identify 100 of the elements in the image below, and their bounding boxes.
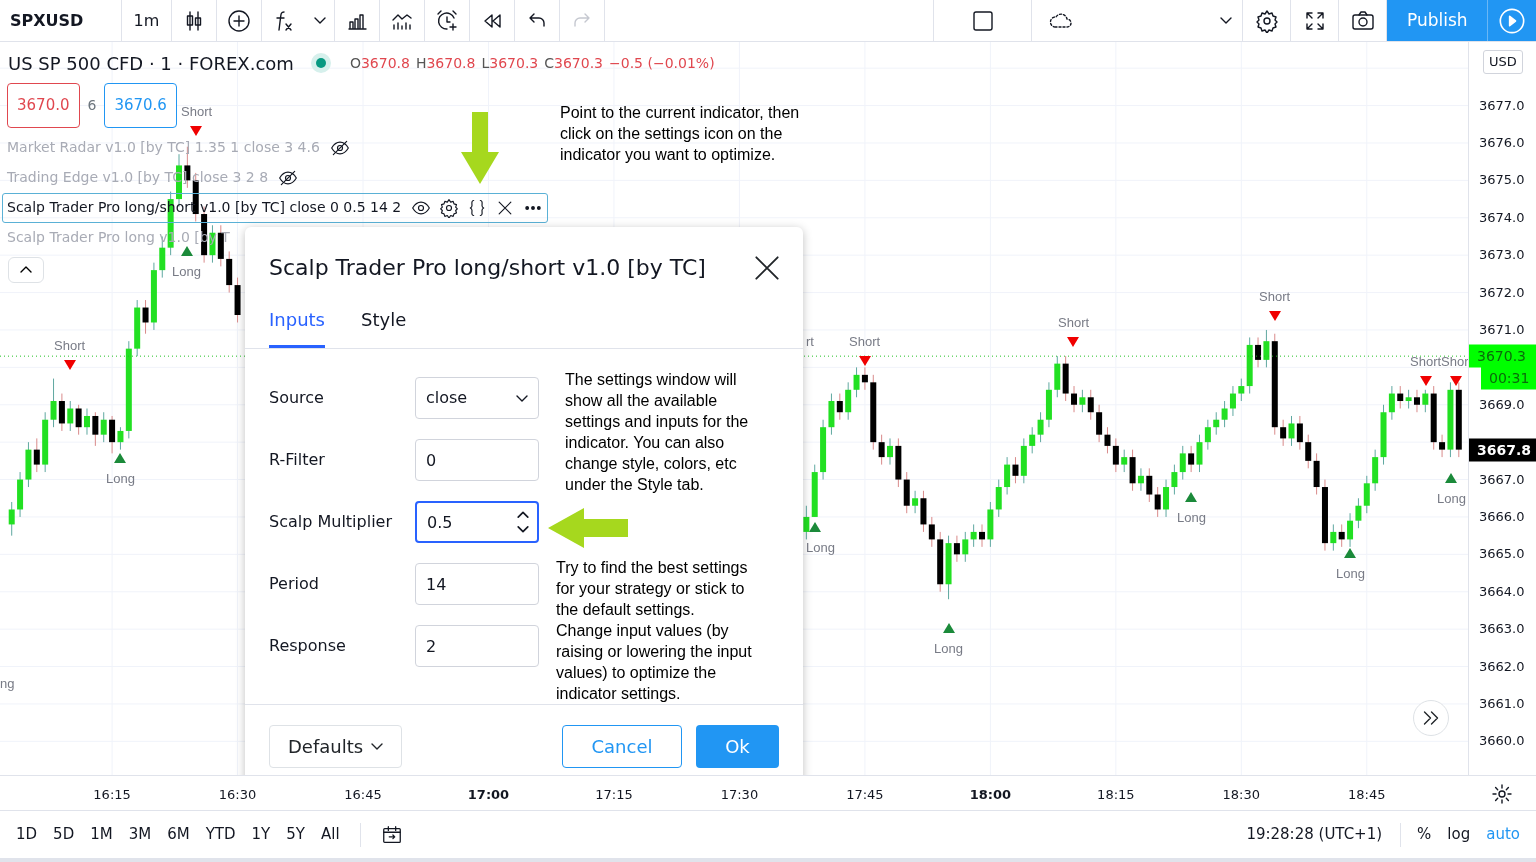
time-label: 17:30 xyxy=(720,786,759,804)
settings-icon[interactable] xyxy=(1492,783,1512,804)
caret-icon xyxy=(516,394,528,402)
candlestick xyxy=(1288,415,1295,447)
signal-label: Short xyxy=(54,338,86,354)
range-button[interactable]: 1Y xyxy=(243,823,279,846)
signal-label: Long xyxy=(1437,491,1466,507)
candlestick xyxy=(1179,445,1186,481)
candlestick xyxy=(979,523,986,548)
scale-option[interactable]: log xyxy=(1439,823,1479,846)
dialog-tab[interactable]: Style xyxy=(361,298,407,348)
square-icon[interactable] xyxy=(970,8,995,33)
range-button[interactable]: 6M xyxy=(159,823,198,846)
price-label: 3677.0 xyxy=(1479,96,1525,115)
candlestick xyxy=(853,366,860,398)
time-label: 18:45 xyxy=(1348,786,1386,804)
candlestick xyxy=(1238,378,1245,402)
price-label: 3672.0 xyxy=(1479,283,1525,302)
candlestick xyxy=(1305,434,1312,469)
signal-label: Long xyxy=(806,540,835,556)
spinner-icon[interactable] xyxy=(517,510,529,534)
camera-icon[interactable] xyxy=(1350,8,1375,33)
add-circle-icon[interactable] xyxy=(227,8,251,33)
candlestick xyxy=(1196,434,1203,473)
caret-icon[interactable] xyxy=(1220,17,1232,24)
candlestick xyxy=(845,381,852,421)
scale-option[interactable]: % xyxy=(1409,823,1440,846)
candlestick xyxy=(803,505,810,540)
symbol-button[interactable]: SPXUSD xyxy=(0,0,122,41)
candlestick xyxy=(1363,475,1370,514)
range-button[interactable]: 1D xyxy=(8,823,46,846)
candlestick xyxy=(1347,512,1354,548)
candlestick xyxy=(1137,467,1144,492)
candlestick xyxy=(1229,385,1236,417)
price-label: 3665.0 xyxy=(1479,545,1525,564)
candlestick xyxy=(1112,437,1119,473)
range-button[interactable]: YTD xyxy=(197,823,244,846)
defaults-button[interactable]: Defaults xyxy=(269,725,403,768)
candlestick xyxy=(912,490,919,514)
candlestick xyxy=(1422,389,1429,413)
currency-label[interactable]: USD xyxy=(1483,50,1523,74)
price-label: 3661.0 xyxy=(1479,695,1525,714)
time-label: 16:15 xyxy=(93,786,131,804)
play-icon[interactable] xyxy=(1498,6,1526,35)
ohlc-key: L xyxy=(481,52,490,74)
candlestick xyxy=(1096,404,1103,443)
candlestick xyxy=(1280,419,1287,447)
input-field[interactable]: 14 xyxy=(415,563,539,605)
range-button[interactable]: 5Y xyxy=(278,823,313,846)
candlestick xyxy=(50,378,57,428)
collapse-button[interactable] xyxy=(8,256,44,283)
ohlc-value: 3670.3 xyxy=(489,53,539,73)
interval-button[interactable]: 1m xyxy=(122,0,172,41)
left-arrow-icon xyxy=(548,508,628,548)
input-field[interactable]: 0 xyxy=(415,439,539,481)
price-label: 3675.0 xyxy=(1479,171,1525,190)
candlestick xyxy=(1388,385,1395,421)
time-label: 16:45 xyxy=(344,786,382,804)
candlestick xyxy=(1104,426,1111,454)
chevron-up-icon xyxy=(20,266,32,273)
signal-label: Short xyxy=(1259,289,1291,305)
ohlc-key: O xyxy=(349,52,361,74)
price-label: 3674.0 xyxy=(1479,209,1525,227)
signal-label: Shor xyxy=(1441,354,1468,370)
candlestick xyxy=(33,437,40,473)
candlestick xyxy=(142,299,149,335)
close-icon[interactable] xyxy=(755,255,779,280)
signal-label: ng xyxy=(0,676,15,692)
alarm-clock-icon[interactable] xyxy=(435,8,459,33)
caret-icon[interactable] xyxy=(314,17,326,24)
settings-icon[interactable] xyxy=(1254,8,1279,33)
candlestick xyxy=(962,531,969,563)
countdown-tag: 00:31 xyxy=(1481,366,1536,390)
input-field[interactable]: 2 xyxy=(415,625,539,667)
scroll-right-button[interactable] xyxy=(1413,700,1449,736)
source-select[interactable]: close xyxy=(415,377,539,419)
candlestick xyxy=(1255,336,1262,368)
ohlc-value: 3670.8 xyxy=(360,53,410,73)
sell-button[interactable]: 3670.0 xyxy=(7,83,80,128)
price-label: 3662.0 xyxy=(1479,657,1525,676)
range-button[interactable]: All xyxy=(313,823,348,846)
candlestick xyxy=(1296,415,1303,451)
double-chevron-icon xyxy=(1423,711,1439,725)
candlestick xyxy=(1154,486,1161,518)
time-label: 17:00 xyxy=(467,786,510,804)
range-button[interactable]: 3M xyxy=(120,823,160,846)
candlestick xyxy=(75,404,82,436)
dialog-tab[interactable]: Inputs xyxy=(269,298,325,348)
range-button[interactable]: 1M xyxy=(82,823,121,846)
range-button[interactable]: 5D xyxy=(45,823,83,846)
candlestick xyxy=(1397,385,1404,409)
candlestick xyxy=(1405,389,1412,409)
settings-icon[interactable] xyxy=(439,197,460,218)
calendar-icon[interactable] xyxy=(380,823,403,846)
candlestick xyxy=(887,437,893,466)
candlestick xyxy=(1330,523,1337,552)
signal-label: Long xyxy=(934,641,963,657)
ohlc-value: 3670.3 xyxy=(554,53,604,73)
input-field[interactable]: 0.5 xyxy=(415,501,539,543)
candlestick xyxy=(861,366,868,391)
